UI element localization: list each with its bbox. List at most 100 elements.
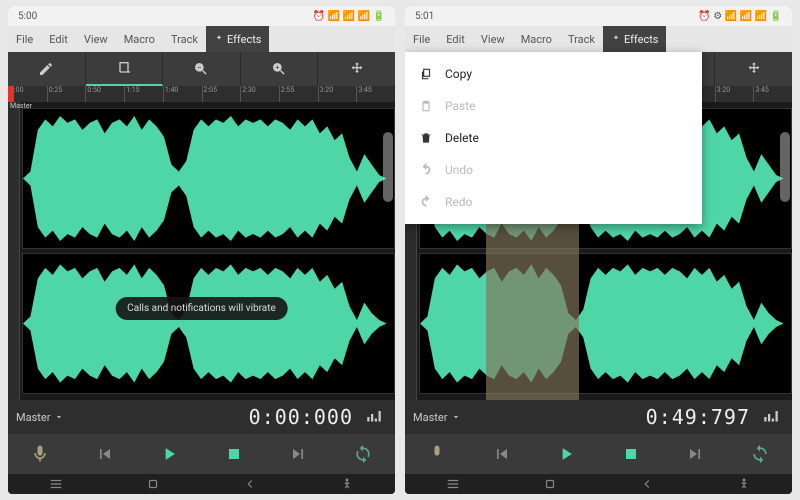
status-icons: ⏰ 📶 📶 📶 🔋 <box>313 11 385 22</box>
menu-view[interactable]: View <box>76 26 116 52</box>
redo-icon <box>419 195 433 209</box>
trim-tool[interactable] <box>86 52 164 86</box>
menu-bar: File Edit View Macro Track Effects Copy … <box>405 26 792 52</box>
move-icon <box>349 61 365 77</box>
move-tool[interactable] <box>318 52 395 86</box>
track-label: Master <box>10 102 32 110</box>
track-gutter <box>8 102 20 400</box>
timecode-display: 0:00:000 <box>249 405 353 429</box>
play-button[interactable] <box>551 439 581 469</box>
mic-icon <box>30 444 50 464</box>
menu-track[interactable]: Track <box>163 26 206 52</box>
record-button[interactable] <box>422 439 452 469</box>
pencil-icon <box>38 61 54 77</box>
android-nav-bar <box>405 474 792 494</box>
back-icon[interactable] <box>640 477 654 491</box>
loop-button[interactable] <box>745 439 775 469</box>
menu-icon[interactable] <box>49 477 63 491</box>
vertical-scrollbar[interactable] <box>383 132 393 202</box>
home-icon[interactable] <box>146 477 160 491</box>
menu-macro[interactable]: Macro <box>116 26 163 52</box>
histogram-icon <box>762 408 780 426</box>
histogram-button[interactable] <box>758 404 784 430</box>
waveform-area[interactable]: Master Calls and notifications will vibr… <box>8 102 395 400</box>
skip-prev-icon <box>492 444 512 464</box>
accessibility-icon[interactable] <box>340 477 354 491</box>
sparkle-icon <box>611 34 621 44</box>
playhead-marker[interactable] <box>8 86 14 102</box>
crop-icon <box>116 60 132 76</box>
skip-prev-button[interactable] <box>90 439 120 469</box>
footer-bar: Master 0:00:000 <box>8 400 395 434</box>
play-icon <box>159 444 179 464</box>
waveform-channel-right[interactable] <box>419 253 792 394</box>
phone-right: 5:01 ⏰ ⚙ 📶 📶 📶 🔋 File Edit View Macro Tr… <box>405 6 792 494</box>
waveform-channel-left[interactable] <box>22 108 395 249</box>
menu-macro[interactable]: Macro <box>513 26 560 52</box>
menu-icon[interactable] <box>446 477 460 491</box>
stop-button[interactable] <box>219 439 249 469</box>
skip-next-button[interactable] <box>283 439 313 469</box>
sparkle-icon <box>214 34 224 44</box>
menu-bar: File Edit View Macro Track Effects <box>8 26 395 52</box>
vertical-scrollbar[interactable] <box>780 132 790 202</box>
zoom-in-tool[interactable] <box>241 52 319 86</box>
skip-next-icon <box>288 444 308 464</box>
menu-file[interactable]: File <box>405 26 438 52</box>
loop-button[interactable] <box>348 439 378 469</box>
dropdown-icon <box>54 412 64 422</box>
zoom-in-icon <box>271 61 287 77</box>
skip-prev-icon <box>95 444 115 464</box>
context-menu: Copy Paste Delete Undo Redo <box>405 52 702 224</box>
ctx-copy[interactable]: Copy <box>405 58 702 90</box>
mix-selector[interactable]: Master <box>16 411 241 424</box>
menu-view[interactable]: View <box>473 26 513 52</box>
copy-icon <box>419 67 433 81</box>
zoom-out-tool[interactable] <box>163 52 241 86</box>
menu-effects[interactable]: Effects <box>603 26 667 52</box>
home-icon[interactable] <box>543 477 557 491</box>
move-tool[interactable] <box>715 52 792 86</box>
back-icon[interactable] <box>243 477 257 491</box>
accessibility-icon[interactable] <box>737 477 751 491</box>
menu-edit[interactable]: Edit <box>41 26 76 52</box>
waveform-svg <box>23 254 394 393</box>
android-nav-bar <box>8 474 395 494</box>
skip-prev-button[interactable] <box>487 439 517 469</box>
timecode-display: 0:49:797 <box>646 405 750 429</box>
waveform-svg <box>23 109 394 248</box>
status-icons: ⏰ ⚙ 📶 📶 📶 🔋 <box>698 11 782 22</box>
ctx-undo[interactable]: Undo <box>405 154 702 186</box>
waveform-svg <box>420 254 791 393</box>
ctx-paste[interactable]: Paste <box>405 90 702 122</box>
transport-bar <box>405 434 792 474</box>
play-button[interactable] <box>154 439 184 469</box>
vibrate-toast: Calls and notifications will vibrate <box>115 297 288 320</box>
delete-icon <box>419 131 433 145</box>
skip-next-button[interactable] <box>680 439 710 469</box>
ctx-delete[interactable]: Delete <box>405 122 702 154</box>
undo-icon <box>419 163 433 177</box>
zoom-out-icon <box>193 61 209 77</box>
record-button[interactable] <box>25 439 55 469</box>
pencil-tool[interactable] <box>8 52 86 86</box>
stop-icon <box>224 444 244 464</box>
tool-toolbar <box>8 52 395 86</box>
menu-effects[interactable]: Effects <box>206 26 270 52</box>
menu-track[interactable]: Track <box>560 26 603 52</box>
footer-bar: Master 0:49:797 <box>405 400 792 434</box>
status-bar: 5:00 ⏰ 📶 📶 📶 🔋 <box>8 6 395 26</box>
waveform-channel-right[interactable] <box>22 253 395 394</box>
menu-edit[interactable]: Edit <box>438 26 473 52</box>
mix-selector[interactable]: Master <box>413 411 638 424</box>
histogram-button[interactable] <box>361 404 387 430</box>
mic-icon <box>427 444 447 464</box>
timeline-ruler[interactable]: 0:00 0:25 0:50 1:15 1:40 2:05 2:30 2:55 … <box>8 86 395 102</box>
loop-icon <box>353 444 373 464</box>
ctx-redo[interactable]: Redo <box>405 186 702 218</box>
status-time: 5:01 <box>415 11 434 22</box>
menu-file[interactable]: File <box>8 26 41 52</box>
move-icon <box>746 61 762 77</box>
stop-button[interactable] <box>616 439 646 469</box>
loop-icon <box>750 444 770 464</box>
